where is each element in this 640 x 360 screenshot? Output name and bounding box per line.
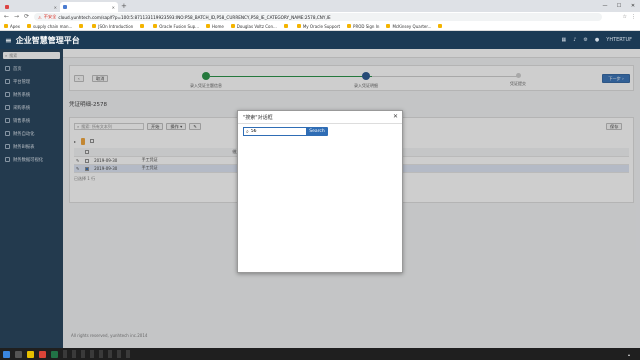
settings-icon[interactable]: ⚙ [583, 37, 587, 43]
explorer-icon[interactable] [27, 350, 34, 358]
search-icon: ⌕ [246, 128, 249, 135]
bookmark-icon [92, 24, 97, 28]
bookmark[interactable]: My Oracle Support [296, 24, 340, 29]
browser-actions: ☆ ⋮ [623, 12, 636, 22]
reload-icon[interactable]: ⟳ [24, 12, 29, 22]
bookmark-icon [205, 24, 210, 28]
bookmark[interactable]: Home [205, 24, 224, 29]
back-icon[interactable]: ← [4, 12, 9, 22]
taskbar-app[interactable] [72, 350, 76, 358]
close-tab-icon[interactable]: ✕ [54, 5, 57, 10]
bookmark[interactable] [79, 24, 85, 28]
chrome-icon[interactable] [39, 350, 46, 358]
header-actions: ▦ ♪ ⚙ ● YHTERTUF [561, 31, 632, 49]
close-tab-icon[interactable]: ✕ [112, 5, 115, 10]
bookmark-icon [296, 24, 301, 28]
tab-favicon-icon [5, 5, 9, 9]
task-view-icon[interactable] [15, 350, 22, 358]
bookmark-icon [347, 24, 352, 28]
taskbar-app[interactable] [99, 350, 103, 358]
forward-icon[interactable]: → [14, 12, 19, 22]
taskbar-app[interactable] [81, 350, 85, 358]
bookmark[interactable] [283, 24, 290, 28]
hamburger-menu-icon[interactable]: ≡ [5, 36, 12, 45]
start-icon[interactable] [3, 350, 10, 358]
tray-icons[interactable]: ▴ [628, 352, 630, 357]
browser-menu-icon[interactable]: ⋮ [631, 14, 636, 20]
bookmark[interactable]: Douglas Voltz Con... [230, 24, 277, 29]
dialog-search-input[interactable] [250, 129, 301, 134]
bookmark-icon [140, 24, 145, 28]
bookmark[interactable]: supply chain man... [27, 24, 72, 29]
tab-favicon-icon [63, 5, 67, 9]
window-close-icon[interactable]: ✕ [626, 0, 640, 12]
user-name[interactable]: YHTERTUF [606, 37, 632, 43]
bookmark-icon [4, 24, 8, 28]
excel-icon[interactable] [51, 350, 58, 358]
search-button[interactable]: Search [306, 127, 328, 136]
taskbar-app[interactable] [117, 350, 121, 358]
taskbar-app[interactable] [126, 350, 130, 358]
user-icon[interactable]: ● [595, 37, 599, 43]
bookmark[interactable] [438, 24, 444, 28]
minimize-icon[interactable]: — [598, 0, 612, 12]
new-tab-icon[interactable]: + [121, 2, 127, 10]
bookmark[interactable]: Oracle Fusion Sup... [153, 24, 199, 29]
system-tray: ▴ [628, 348, 636, 360]
close-icon[interactable]: ✕ [393, 113, 398, 120]
browser-tab-2[interactable]: ✕ [60, 2, 118, 12]
bookmarks-bar: Apex supply chain man... JSOn Introducti… [0, 22, 640, 31]
bell-icon[interactable]: ♪ [573, 37, 576, 43]
bookmark-icon [79, 24, 84, 28]
taskbar-app[interactable] [63, 350, 67, 358]
bookmark[interactable]: PROD Sign In [347, 24, 379, 29]
grid-icon[interactable]: ▦ [561, 37, 566, 43]
security-label: 不安全 [43, 14, 57, 19]
bookmark-icon [438, 24, 443, 28]
browser-tab-strip: ✕ ✕ + — ☐ ✕ [0, 0, 640, 12]
bookmark[interactable]: JSOn Introduction [92, 24, 133, 29]
app-title: 企业智慧管理平台 [15, 35, 80, 45]
bookmark-icon [283, 24, 288, 28]
omnibox[interactable]: ⚠ 不安全 cloud.yunhtech.com/sap/f?p=100:5:8… [34, 13, 602, 21]
browser-tab-1[interactable]: ✕ [2, 2, 60, 12]
maximize-icon[interactable]: ☐ [612, 0, 626, 12]
dialog-title: "搜索"对话框 [243, 115, 273, 121]
os-taskbar [0, 348, 640, 360]
url-text[interactable]: cloud.yunhtech.com/sap/f?p=100:5:8711331… [58, 15, 330, 20]
bookmark[interactable]: Apex [4, 24, 20, 29]
security-warning-icon: ⚠ [38, 14, 42, 20]
app-header: ≡ 企业智慧管理平台 [0, 31, 640, 49]
bookmark[interactable] [140, 24, 146, 28]
bookmark-icon [27, 24, 32, 28]
bookmark-icon [386, 24, 391, 28]
bookmark-icon [153, 24, 158, 28]
dialog-divider [238, 123, 402, 124]
bookmark[interactable]: McKinsey Quarter... [386, 24, 431, 29]
taskbar-app[interactable] [90, 350, 94, 358]
search-dialog: "搜索"对话框 ✕ ⌕ Search [237, 110, 403, 273]
bookmark-icon [230, 24, 235, 28]
taskbar-app[interactable] [108, 350, 112, 358]
dialog-search-field[interactable]: ⌕ [243, 127, 307, 136]
star-icon[interactable]: ☆ [623, 14, 627, 20]
